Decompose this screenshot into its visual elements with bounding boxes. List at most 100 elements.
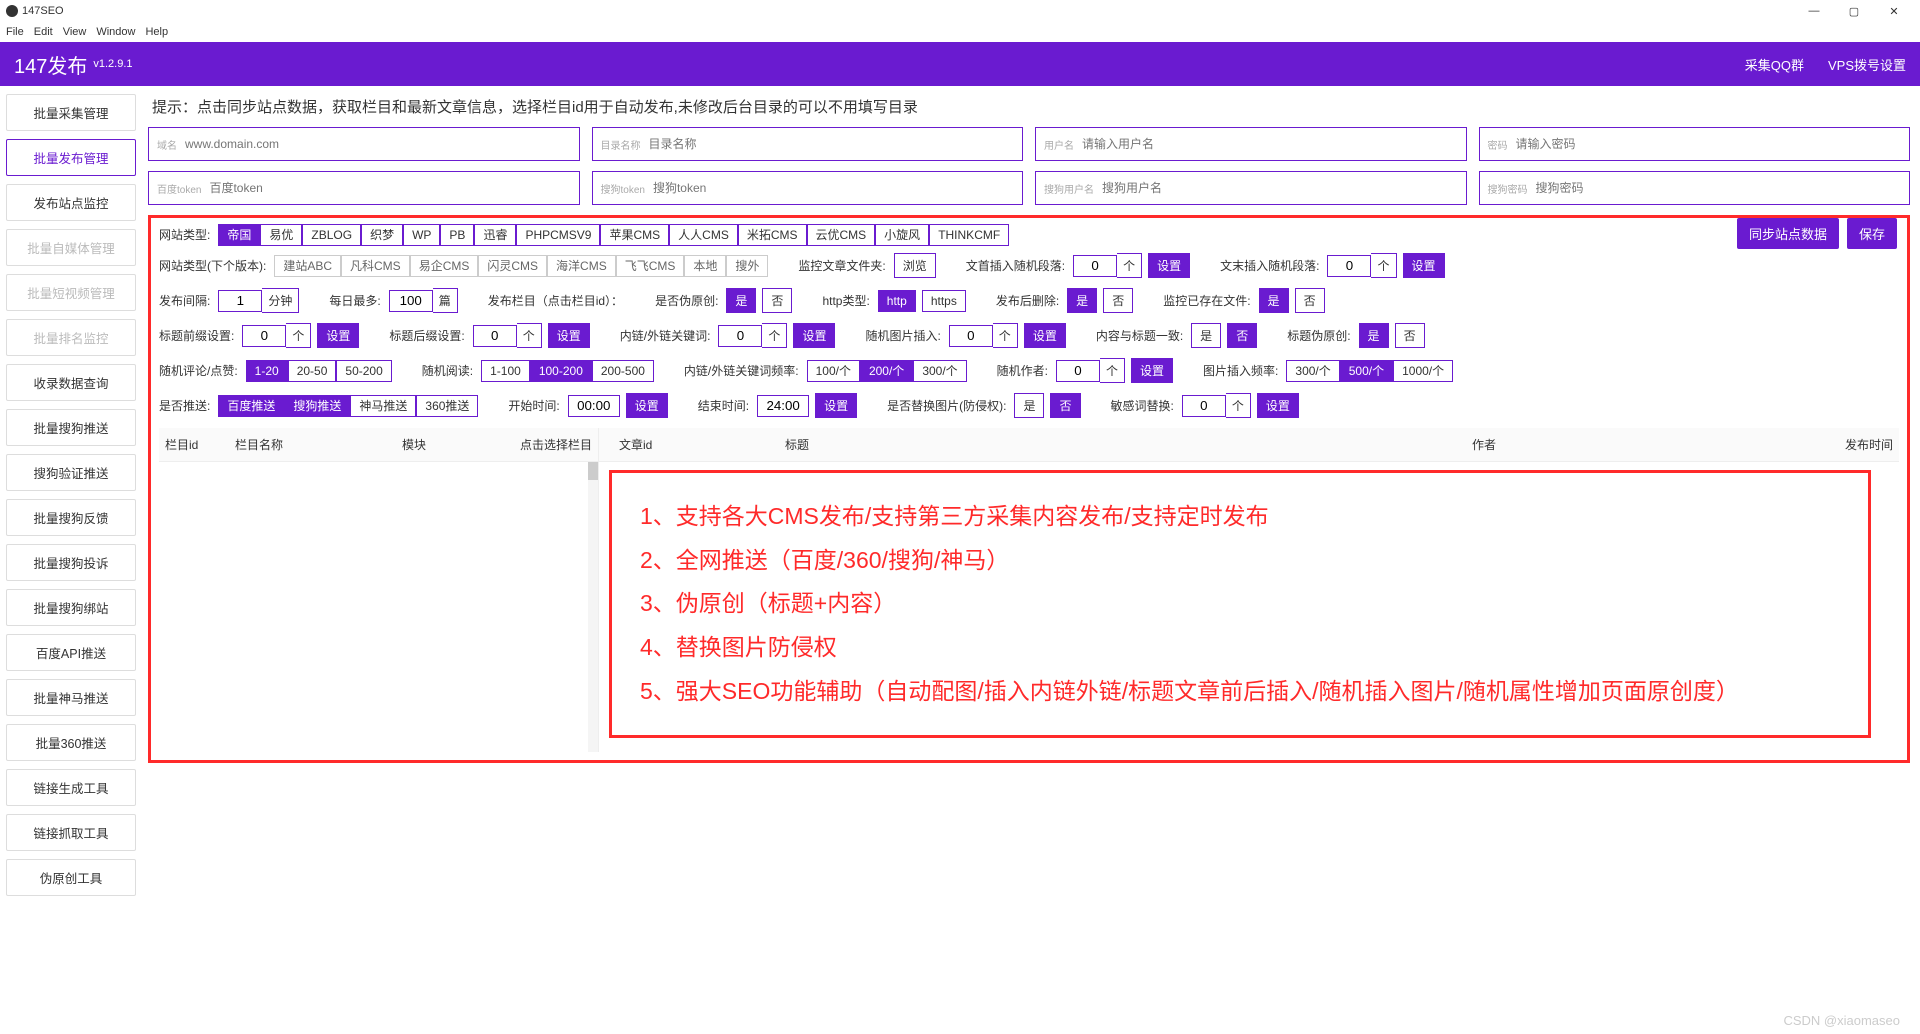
sync-button[interactable]: 同步站点数据 bbox=[1737, 218, 1839, 249]
sidebar-item-1[interactable]: 批量发布管理 bbox=[6, 139, 136, 176]
browse-button[interactable]: 浏览 bbox=[894, 253, 936, 278]
r5c-opt-2[interactable]: 50-200 bbox=[336, 360, 391, 382]
col-module-header[interactable]: 模块 bbox=[359, 428, 469, 461]
sogou-user-input[interactable] bbox=[1102, 181, 1458, 195]
sidebar-item-6[interactable]: 收录数据查询 bbox=[6, 364, 136, 401]
replace-image-yes[interactable]: 是 bbox=[1014, 393, 1044, 418]
sogou-pwd-field[interactable]: 搜狗密码 bbox=[1479, 171, 1911, 205]
row1opts-opt-12[interactable]: 小旋风 bbox=[875, 224, 929, 246]
push-opt-3[interactable]: 360推送 bbox=[416, 395, 478, 417]
r5k-opt-2[interactable]: 300/个 bbox=[913, 360, 966, 382]
column-grid-body[interactable] bbox=[159, 462, 598, 752]
pwd-input[interactable] bbox=[1516, 137, 1902, 151]
start-time-set[interactable]: 设置 bbox=[626, 393, 668, 418]
end-time-set[interactable]: 设置 bbox=[815, 393, 857, 418]
insert-tail-set[interactable]: 设置 bbox=[1403, 253, 1445, 278]
article-author-header[interactable]: 作者 bbox=[1159, 428, 1809, 461]
monitor-exist-yes[interactable]: 是 bbox=[1259, 288, 1289, 313]
row1opts-opt-4[interactable]: WP bbox=[403, 224, 440, 246]
push-opt-1[interactable]: 搜狗推送 bbox=[284, 395, 350, 417]
http-option[interactable]: http bbox=[878, 290, 916, 312]
sidebar-item-2[interactable]: 发布站点监控 bbox=[6, 184, 136, 221]
sensitive-word-input[interactable] bbox=[1182, 395, 1226, 417]
push-opt-0[interactable]: 百度推送 bbox=[218, 395, 284, 417]
row1opts-opt-8[interactable]: 苹果CMS bbox=[600, 224, 669, 246]
row2opts-opt-2[interactable]: 易企CMS bbox=[410, 255, 479, 277]
row2opts-opt-5[interactable]: 飞飞CMS bbox=[616, 255, 685, 277]
r5r-opt-2[interactable]: 200-500 bbox=[592, 360, 654, 382]
insert-head-input[interactable] bbox=[1073, 255, 1117, 277]
title-prefix-input[interactable] bbox=[242, 325, 286, 347]
sogou-token-input[interactable] bbox=[653, 181, 1014, 195]
col-select-header[interactable]: 点击选择栏目 bbox=[469, 428, 598, 461]
domain-field[interactable]: 域名 bbox=[148, 127, 580, 161]
monitor-exist-no[interactable]: 否 bbox=[1295, 288, 1325, 313]
baidu-token-input[interactable] bbox=[209, 181, 570, 195]
r5c-opt-0[interactable]: 1-20 bbox=[246, 360, 288, 382]
r5i-opt-2[interactable]: 1000/个 bbox=[1393, 360, 1453, 382]
dir-input[interactable] bbox=[649, 137, 1015, 151]
row1opts-opt-10[interactable]: 米拓CMS bbox=[738, 224, 807, 246]
article-id-header[interactable]: 文章id bbox=[599, 428, 779, 461]
row1opts-opt-2[interactable]: ZBLOG bbox=[302, 224, 361, 246]
link-keyword-set[interactable]: 设置 bbox=[793, 323, 835, 348]
row1opts-opt-3[interactable]: 织梦 bbox=[361, 224, 403, 246]
col-id-header[interactable]: 栏目id bbox=[159, 428, 229, 461]
pseudo-original-no[interactable]: 否 bbox=[762, 288, 792, 313]
sidebar-item-11[interactable]: 批量搜狗绑站 bbox=[6, 589, 136, 626]
title-suffix-set[interactable]: 设置 bbox=[548, 323, 590, 348]
baidu-token-field[interactable]: 百度token bbox=[148, 171, 580, 205]
r5i-opt-1[interactable]: 500/个 bbox=[1340, 360, 1393, 382]
row2opts-opt-3[interactable]: 闪灵CMS bbox=[478, 255, 547, 277]
col-name-header[interactable]: 栏目名称 bbox=[229, 428, 359, 461]
row1opts-opt-9[interactable]: 人人CMS bbox=[669, 224, 738, 246]
insert-tail-input[interactable] bbox=[1327, 255, 1371, 277]
sogou-user-field[interactable]: 搜狗用户名 bbox=[1035, 171, 1467, 205]
pseudo-original-yes[interactable]: 是 bbox=[726, 288, 756, 313]
article-title-header[interactable]: 标题 bbox=[779, 428, 1159, 461]
sidebar-item-12[interactable]: 百度API推送 bbox=[6, 634, 136, 671]
domain-input[interactable] bbox=[185, 137, 571, 151]
sogou-pwd-input[interactable] bbox=[1536, 181, 1902, 195]
row2opts-opt-0[interactable]: 建站ABC bbox=[274, 255, 341, 277]
minimize-button[interactable]: — bbox=[1794, 5, 1834, 17]
sensitive-word-set[interactable]: 设置 bbox=[1257, 393, 1299, 418]
row1opts-opt-11[interactable]: 云优CMS bbox=[807, 224, 876, 246]
row1opts-opt-0[interactable]: 帝国 bbox=[218, 224, 260, 246]
sidebar-item-8[interactable]: 搜狗验证推送 bbox=[6, 454, 136, 491]
sidebar-item-10[interactable]: 批量搜狗投诉 bbox=[6, 544, 136, 581]
article-time-header[interactable]: 发布时间 bbox=[1809, 428, 1899, 461]
user-field[interactable]: 用户名 bbox=[1035, 127, 1467, 161]
link-keyword-input[interactable] bbox=[718, 325, 762, 347]
close-button[interactable]: ✕ bbox=[1874, 5, 1914, 18]
row1opts-opt-13[interactable]: THINKCMF bbox=[929, 224, 1009, 246]
title-suffix-input[interactable] bbox=[473, 325, 517, 347]
random-image-set[interactable]: 设置 bbox=[1024, 323, 1066, 348]
r5i-opt-0[interactable]: 300/个 bbox=[1286, 360, 1339, 382]
delete-after-no[interactable]: 否 bbox=[1103, 288, 1133, 313]
start-time-input[interactable] bbox=[568, 395, 620, 417]
r5k-opt-1[interactable]: 200/个 bbox=[860, 360, 913, 382]
interval-input[interactable] bbox=[218, 290, 262, 312]
scrollbar[interactable] bbox=[588, 462, 598, 752]
content-title-match-no[interactable]: 否 bbox=[1227, 323, 1257, 348]
r5c-opt-1[interactable]: 20-50 bbox=[288, 360, 337, 382]
sidebar-item-15[interactable]: 链接生成工具 bbox=[6, 769, 136, 806]
sidebar-item-7[interactable]: 批量搜狗推送 bbox=[6, 409, 136, 446]
pwd-field[interactable]: 密码 bbox=[1479, 127, 1911, 161]
https-option[interactable]: https bbox=[922, 290, 966, 312]
title-pseudo-yes[interactable]: 是 bbox=[1359, 323, 1389, 348]
sidebar-item-5[interactable]: 批量排名监控 bbox=[6, 319, 136, 356]
row1opts-opt-1[interactable]: 易优 bbox=[260, 224, 302, 246]
end-time-input[interactable] bbox=[757, 395, 809, 417]
random-author-input[interactable] bbox=[1056, 360, 1100, 382]
random-author-set[interactable]: 设置 bbox=[1131, 358, 1173, 383]
sidebar-item-14[interactable]: 批量360推送 bbox=[6, 724, 136, 761]
menu-edit[interactable]: Edit bbox=[34, 26, 53, 38]
menu-view[interactable]: View bbox=[63, 26, 87, 38]
link-qq-group[interactable]: 采集QQ群 bbox=[1745, 55, 1804, 74]
row1opts-opt-6[interactable]: 迅睿 bbox=[474, 224, 516, 246]
content-title-match-yes[interactable]: 是 bbox=[1191, 323, 1221, 348]
sidebar-item-3[interactable]: 批量自媒体管理 bbox=[6, 229, 136, 266]
replace-image-no[interactable]: 否 bbox=[1050, 393, 1080, 418]
